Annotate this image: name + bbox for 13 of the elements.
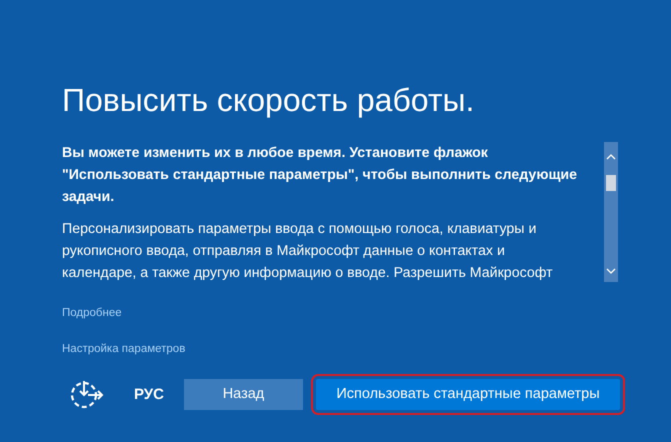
paragraph: Персонализировать параметры ввода с помощью голоса, клавиатуры и рукописного ввода, отправляя в Майкрософт данные о контактах и календаре, а также другую информацию о вводе. Разрешить Майкрософт bbox=[62, 220, 554, 282]
accessibility-icon[interactable] bbox=[70, 378, 104, 410]
scrollbar[interactable] bbox=[604, 142, 618, 282]
accept-button[interactable]: Использовать стандартные параметры bbox=[316, 378, 620, 410]
paragraph: Вы можете изменить их в любое время. Установите флажок "Использовать стандартные параметры", чтобы выполнить следующие задачи. bbox=[62, 144, 578, 207]
page-title: Повысить скорость работы. bbox=[62, 81, 476, 120]
link[interactable]: Подробнее bbox=[62, 304, 122, 322]
language-indicator[interactable]: РУС bbox=[134, 386, 164, 402]
scroll-up-icon[interactable] bbox=[606, 154, 616, 160]
scroll-down-icon[interactable] bbox=[606, 268, 616, 274]
link[interactable]: Настройка параметров bbox=[62, 340, 186, 358]
back-button[interactable]: Назад bbox=[184, 378, 303, 410]
scroll-thumb[interactable] bbox=[606, 175, 616, 191]
